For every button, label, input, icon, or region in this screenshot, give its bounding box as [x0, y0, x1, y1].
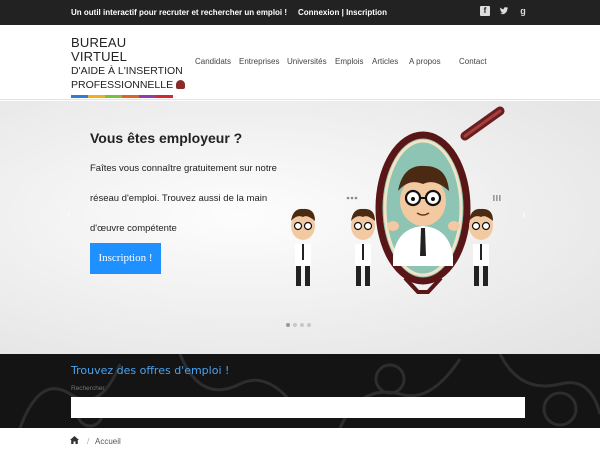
- top-bar: Un outil interactif pour recruter et rec…: [0, 0, 600, 25]
- search-label: Rechercher: [71, 385, 105, 392]
- logo-stripe-segment: [88, 95, 105, 98]
- signup-cta-button[interactable]: Inscription !: [90, 243, 161, 274]
- logo-stripe-segment: [156, 95, 173, 98]
- signup-link[interactable]: Inscription: [346, 8, 387, 17]
- nav-emplois[interactable]: Emplois: [335, 57, 363, 66]
- site-header: BUREAU VIRTUEL D'AIDE À L'INSERTION PROF…: [0, 25, 600, 100]
- nav-contact[interactable]: Contact: [459, 57, 487, 66]
- hero-title: Vous êtes employeur ?: [90, 130, 243, 146]
- tagline: Un outil interactif pour recruter et rec…: [71, 8, 288, 17]
- logo-stripe-segment: [139, 95, 156, 98]
- slider-next-arrow[interactable]: ›: [522, 209, 526, 221]
- handshake-icon: [176, 80, 186, 89]
- logo[interactable]: BUREAU VIRTUEL D'AIDE À L'INSERTION PROF…: [71, 35, 186, 98]
- breadcrumb: / Accueil: [0, 428, 600, 450]
- slider-pagination: [286, 323, 311, 327]
- nav-a-propos[interactable]: A propos: [409, 57, 441, 66]
- search-title: Trouvez des offres d'emploi !: [71, 364, 230, 377]
- auth-separator: |: [341, 8, 344, 17]
- breadcrumb-current: Accueil: [95, 437, 121, 446]
- login-link[interactable]: Connexion: [298, 8, 339, 17]
- nav-universites[interactable]: Universités: [287, 57, 327, 66]
- logo-color-stripe: [71, 95, 173, 98]
- slider-dot[interactable]: [293, 323, 297, 327]
- nav-entreprises[interactable]: Entreprises: [239, 57, 279, 66]
- social-links: f g: [480, 6, 528, 16]
- logo-stripe-segment: [71, 95, 88, 98]
- hero-text: Faîtes vous connaître gratuitement sur n…: [90, 163, 277, 234]
- slider-dot[interactable]: [286, 323, 290, 327]
- nav-articles[interactable]: Articles: [372, 57, 398, 66]
- slider-dot[interactable]: [300, 323, 304, 327]
- job-search-section: Trouvez des offres d'emploi ! Rechercher: [0, 354, 600, 428]
- auth-links: Connexion | Inscription: [298, 8, 387, 17]
- slider-dot[interactable]: [307, 323, 311, 327]
- facebook-icon[interactable]: f: [480, 6, 490, 16]
- logo-line-2: D'AIDE À L'INSERTION: [71, 65, 183, 77]
- nav-candidats[interactable]: Candidats: [195, 57, 231, 66]
- breadcrumb-separator: /: [87, 437, 90, 446]
- logo-stripe-segment: [105, 95, 122, 98]
- home-icon[interactable]: [70, 436, 79, 446]
- logo-line-1: BUREAU VIRTUEL: [71, 35, 128, 64]
- slider-prev-arrow[interactable]: ‹: [67, 209, 71, 221]
- google-plus-icon[interactable]: g: [518, 6, 528, 16]
- hero-slider: Vous êtes employeur ? Faîtes vous connaî…: [0, 101, 600, 354]
- logo-line-3: PROFESSIONNELLE: [71, 79, 174, 91]
- twitter-icon[interactable]: [499, 6, 509, 16]
- job-search-input[interactable]: [71, 397, 525, 418]
- employer-magnifier-illustration: [291, 106, 505, 294]
- logo-stripe-segment: [122, 95, 139, 98]
